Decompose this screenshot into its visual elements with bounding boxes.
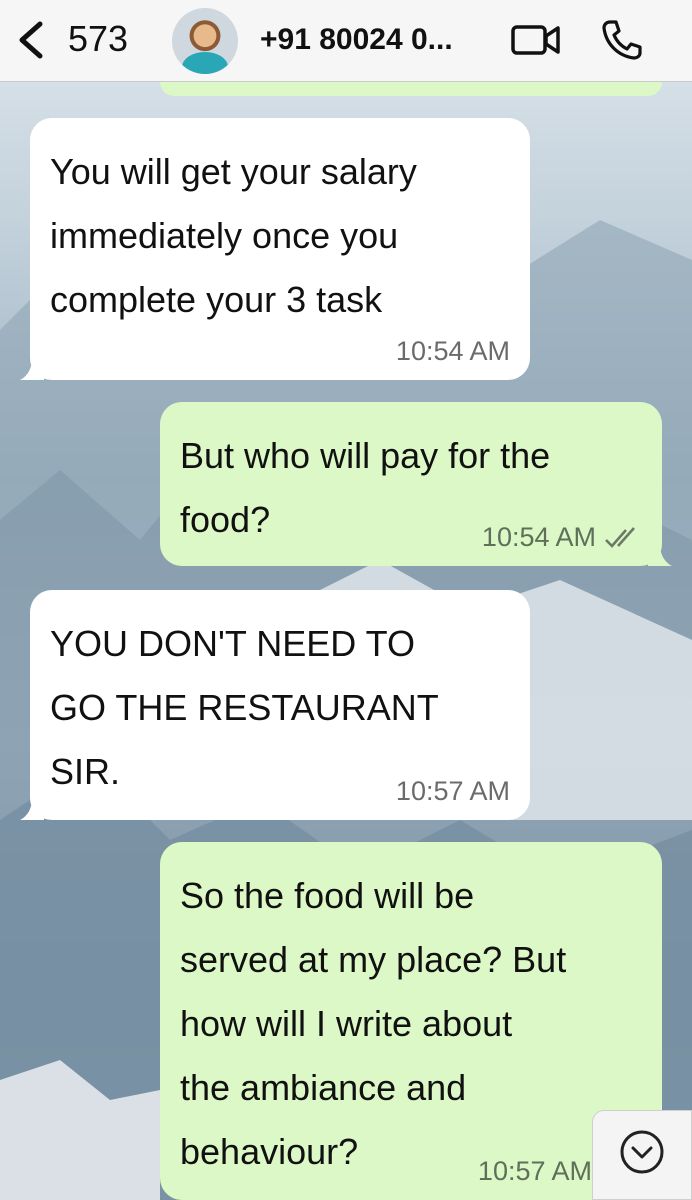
bubble-tail-icon xyxy=(20,798,44,820)
incoming-message: YOU DON'T NEED TO GO THE RESTAURANT SIR.… xyxy=(20,590,530,820)
message-line: GO THE RESTAURANT xyxy=(50,687,439,728)
bubble-tail-icon xyxy=(20,358,44,380)
message-time-wrap: 10:54 AM xyxy=(482,520,642,554)
message-line: served at my place? But xyxy=(180,939,567,980)
message-line: immediately once you xyxy=(50,215,399,256)
message-line: YOU DON'T NEED TO xyxy=(50,623,415,664)
chevron-down-icon xyxy=(620,1130,664,1174)
previous-message-bubble xyxy=(160,82,662,96)
scroll-to-bottom-button[interactable] xyxy=(592,1110,692,1200)
message-line: the ambiance and xyxy=(180,1067,467,1108)
contact-avatar[interactable] xyxy=(172,8,238,74)
message-line: You will get your salary xyxy=(50,151,417,192)
chat-header: 573 +91 80024 0... xyxy=(0,0,692,82)
read-ticks-icon xyxy=(605,527,635,548)
contact-name[interactable]: +91 80024 0... xyxy=(260,20,453,60)
back-chevron-icon[interactable] xyxy=(14,20,50,60)
incoming-message: You will get your salary immediately onc… xyxy=(20,118,530,380)
message-time: 10:57 AM xyxy=(395,776,510,806)
outgoing-message: So the food will be served at my place? … xyxy=(160,842,662,1200)
message-line: how will I write about xyxy=(180,1003,513,1044)
message-line: But who will pay for the xyxy=(180,435,551,476)
outgoing-message: But who will pay for the food? 10:54 AM xyxy=(160,402,672,566)
message-line: So the food will be xyxy=(180,875,475,916)
message-time: 10:54 AM xyxy=(395,336,510,366)
message-time: 10:57 AM xyxy=(477,1156,592,1186)
voice-call-icon[interactable] xyxy=(600,18,644,62)
video-call-icon[interactable] xyxy=(510,22,562,58)
bubble-tail-icon xyxy=(648,544,672,566)
message-line: complete your 3 task xyxy=(50,279,383,320)
unread-count[interactable]: 573 xyxy=(68,17,128,61)
message-time: 10:54 AM xyxy=(481,522,596,552)
